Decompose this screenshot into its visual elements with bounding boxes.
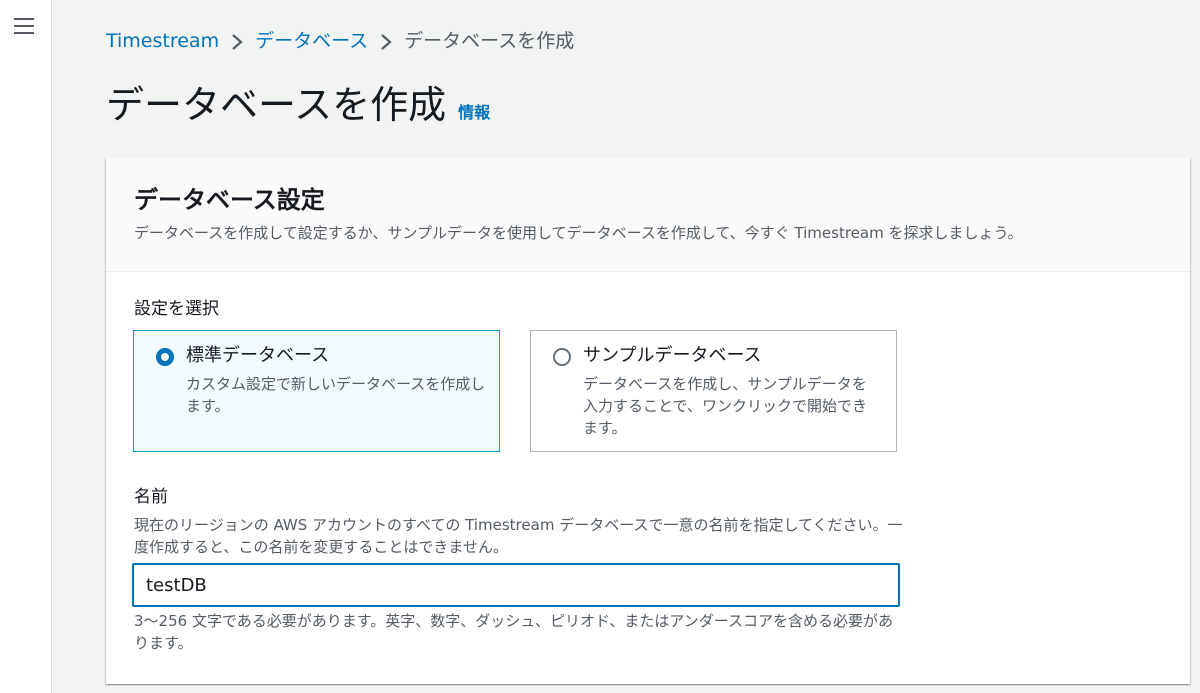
name-field-label: 名前: [134, 487, 168, 507]
option-description: データベースを作成し、サンプルデータを入力することで、ワンクリックで開始できます…: [583, 375, 867, 437]
hamburger-menu-icon[interactable]: [14, 16, 36, 36]
standard-database-option[interactable]: 標準データベース カスタム設定で新しいデータベースを作成します。: [133, 330, 500, 452]
breadcrumb-create-database: データベースを作成: [404, 30, 575, 52]
chevron-right-icon: [219, 28, 255, 54]
breadcrumb-timestream[interactable]: Timestream: [106, 28, 219, 54]
database-name-input[interactable]: [132, 563, 900, 607]
panel-title: データベース設定: [134, 186, 325, 214]
page-title: データベースを作成 情報: [106, 80, 490, 138]
sample-database-option[interactable]: サンプルデータベース データベースを作成し、サンプルデータを入力することで、ワン…: [530, 330, 897, 452]
page-title-text: データベースを作成: [106, 83, 447, 127]
chevron-right-icon: [368, 28, 404, 54]
breadcrumb-databases[interactable]: データベース: [255, 28, 368, 54]
option-title: サンプルデータベース: [583, 345, 762, 366]
radio-checked-icon[interactable]: [156, 348, 174, 366]
radio-unchecked-icon[interactable]: [553, 348, 571, 366]
option-title: 標準データベース: [186, 345, 330, 366]
navigation-rail: [0, 0, 52, 693]
name-field-description: 現在のリージョンの AWS アカウントのすべての Timestream データベ…: [134, 516, 903, 556]
panel-header: データベース設定 データベースを作成して設定するか、サンプルデータを使用してデー…: [106, 158, 1190, 272]
info-link[interactable]: 情報: [458, 88, 490, 138]
option-description: カスタム設定で新しいデータベースを作成します。: [186, 375, 486, 415]
breadcrumb: Timestream データベース データベースを作成: [106, 28, 574, 54]
panel-description: データベースを作成して設定するか、サンプルデータを使用してデータベースを作成して…: [134, 224, 1023, 242]
name-constraint-text: 3〜256 文字である必要があります。英字、数字、ダッシュ、ピリオド、またはアン…: [134, 612, 894, 652]
config-select-label: 設定を選択: [134, 299, 219, 319]
database-settings-panel: データベース設定 データベースを作成して設定するか、サンプルデータを使用してデー…: [106, 158, 1190, 684]
